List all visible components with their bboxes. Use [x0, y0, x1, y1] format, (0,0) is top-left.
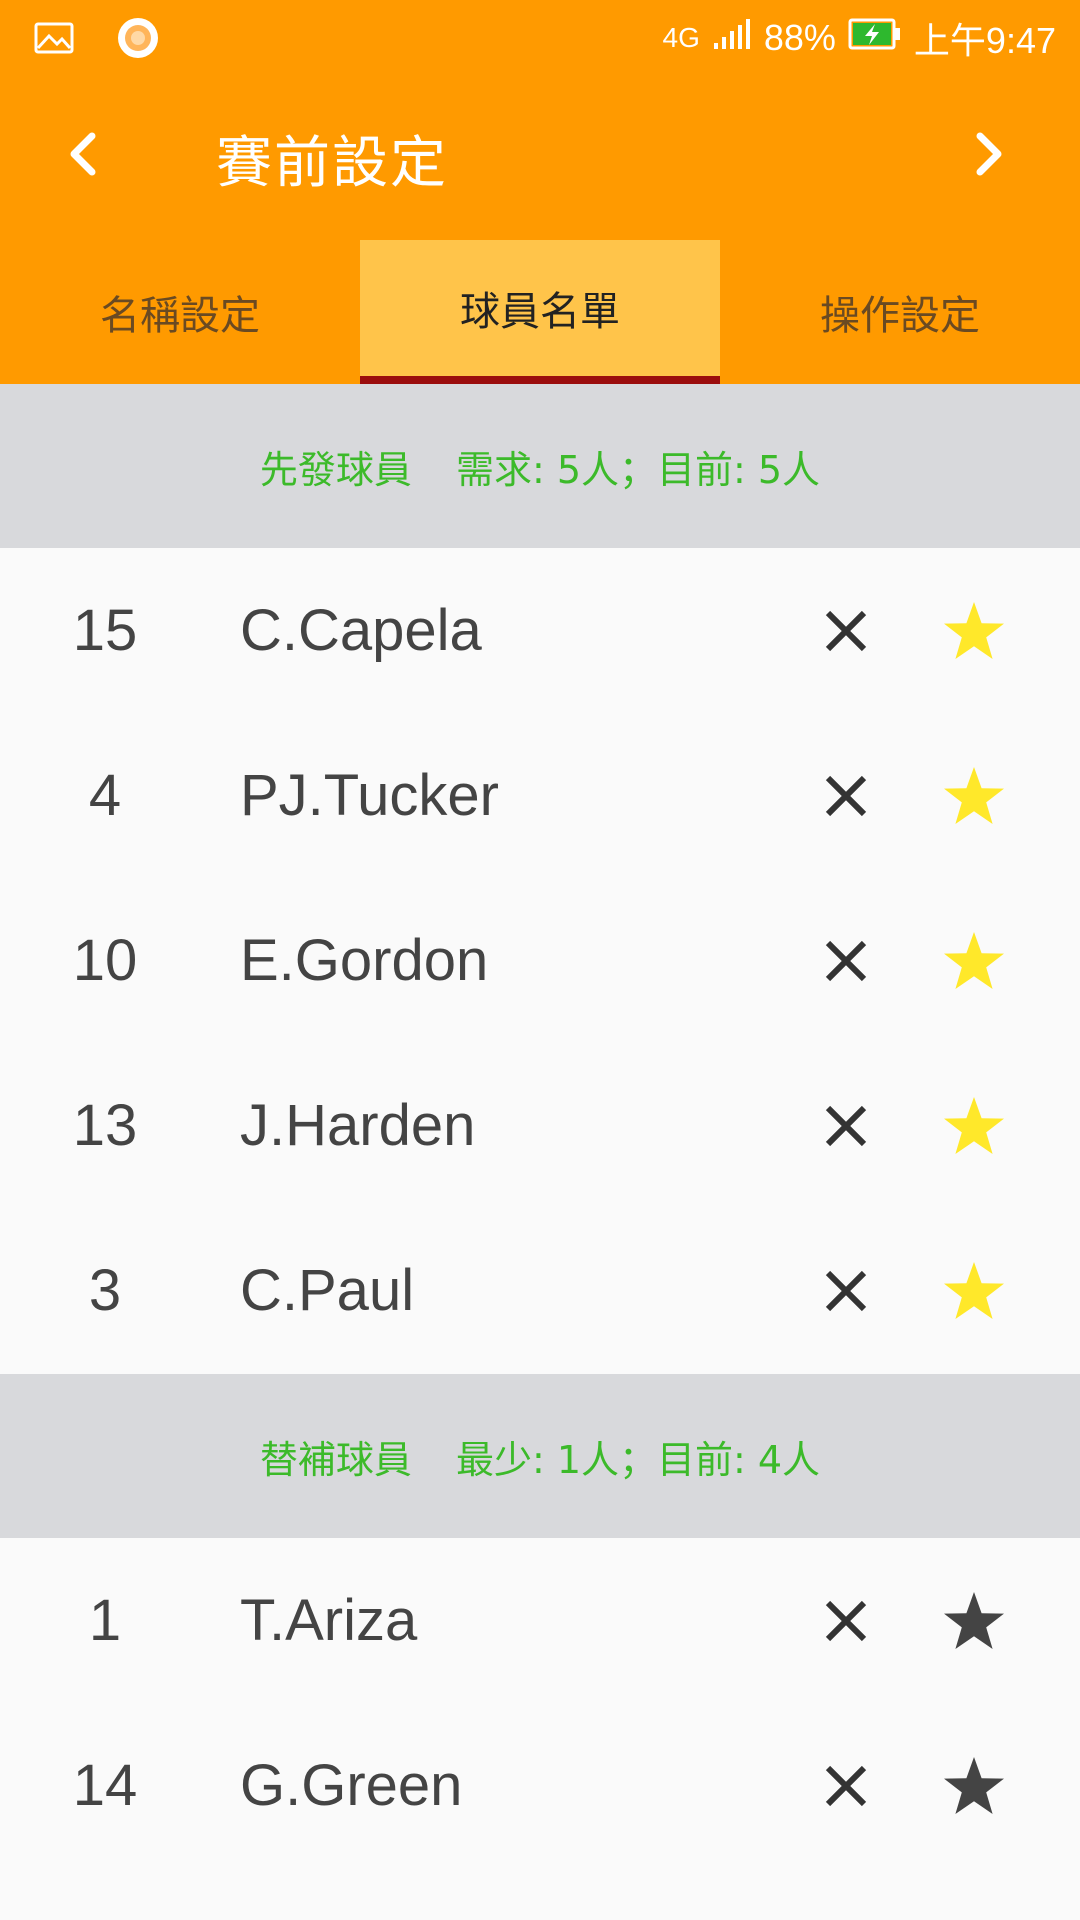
tab-player-roster[interactable]: 球員名單 [360, 240, 720, 384]
starters-requirement: 需求: 5人；目前: 5人 [455, 447, 821, 492]
remove-player-button[interactable] [800, 1250, 892, 1332]
player-name: T.Ariza [240, 1588, 418, 1653]
chevron-right-icon [970, 128, 1010, 184]
player-row[interactable]: 15 C.Capela [0, 548, 1080, 713]
player-row[interactable]: 10 E.Gordon [0, 878, 1080, 1043]
player-number: 1 [88, 1588, 122, 1653]
star-outline-icon [944, 1592, 1004, 1649]
star-toggle-button[interactable] [928, 753, 1020, 839]
star-filled-icon [944, 767, 1004, 824]
player-row[interactable]: 3 C.Paul [0, 1208, 1080, 1373]
star-filled-icon [944, 1262, 1004, 1319]
tab-operation-settings[interactable]: 操作設定 [720, 240, 1080, 384]
player-number: 14 [72, 1753, 138, 1818]
player-name: C.Paul [240, 1258, 415, 1323]
status-bar: 4G 88% 上午9:47 [0, 0, 1080, 74]
forward-button[interactable] [944, 110, 1036, 202]
player-name: C.Capela [240, 598, 482, 663]
player-number: 3 [88, 1258, 122, 1323]
close-icon [825, 1270, 867, 1312]
remove-player-button[interactable] [800, 1580, 892, 1662]
player-name: J.Harden [240, 1093, 476, 1158]
starters-section-header: 先發球員 需求: 5人；目前: 5人 [0, 384, 1080, 548]
star-toggle-button[interactable] [928, 1743, 1020, 1829]
star-toggle-button[interactable] [928, 1083, 1020, 1169]
player-number: 13 [72, 1093, 138, 1158]
player-number: 15 [72, 598, 138, 663]
gallery-icon [34, 22, 74, 58]
status-left [34, 16, 160, 64]
status-right: 4G 88% 上午9:47 [663, 12, 1057, 64]
star-toggle-button[interactable] [928, 918, 1020, 1004]
remove-player-button[interactable] [800, 1085, 892, 1167]
close-icon [825, 775, 867, 817]
bench-title: 替補球員 [259, 1437, 412, 1482]
starters-title: 先發球員 [259, 447, 412, 492]
close-icon [825, 1105, 867, 1147]
star-toggle-button[interactable] [928, 1578, 1020, 1664]
back-button[interactable] [36, 110, 128, 202]
remove-player-button[interactable] [800, 920, 892, 1002]
player-name: PJ.Tucker [240, 763, 499, 828]
star-toggle-button[interactable] [928, 1248, 1020, 1334]
remove-player-button[interactable] [800, 1745, 892, 1827]
clock: 上午9:47 [913, 20, 1056, 61]
page-title: 賽前設定 [216, 131, 448, 196]
network-4g-icon: 4G [662, 22, 700, 53]
star-filled-icon [944, 1097, 1004, 1154]
close-icon [825, 610, 867, 652]
signal-icon [712, 17, 752, 60]
player-name: G.Green [240, 1753, 463, 1818]
close-icon [825, 1765, 867, 1807]
player-number: 10 [72, 928, 138, 993]
remove-player-button[interactable] [800, 590, 892, 672]
star-toggle-button[interactable] [928, 588, 1020, 674]
tab-name-settings[interactable]: 名稱設定 [0, 240, 360, 384]
player-row[interactable]: 1 T.Ariza [0, 1538, 1080, 1703]
tab-bar: 名稱設定 球員名單 操作設定 [0, 240, 1080, 384]
star-outline-icon [944, 1757, 1004, 1814]
bench-requirement: 最少: 1人；目前: 4人 [455, 1437, 821, 1482]
close-icon [825, 1600, 867, 1642]
player-row[interactable]: 14 G.Green [0, 1703, 1080, 1868]
app-notification-icon [116, 16, 160, 64]
close-icon [825, 940, 867, 982]
player-name: E.Gordon [240, 928, 489, 993]
player-row[interactable]: 4 PJ.Tucker [0, 713, 1080, 878]
remove-player-button[interactable] [800, 755, 892, 837]
battery-percent: 88% [763, 17, 836, 58]
app-bar: 賽前設定 [0, 74, 1080, 240]
player-number: 4 [88, 763, 122, 828]
player-row[interactable]: 13 J.Harden [0, 1043, 1080, 1208]
battery-charging-icon [848, 17, 902, 59]
bench-section-header: 替補球員 最少: 1人；目前: 4人 [0, 1374, 1080, 1538]
star-filled-icon [944, 602, 1004, 659]
chevron-left-icon [62, 128, 102, 184]
star-filled-icon [944, 932, 1004, 989]
